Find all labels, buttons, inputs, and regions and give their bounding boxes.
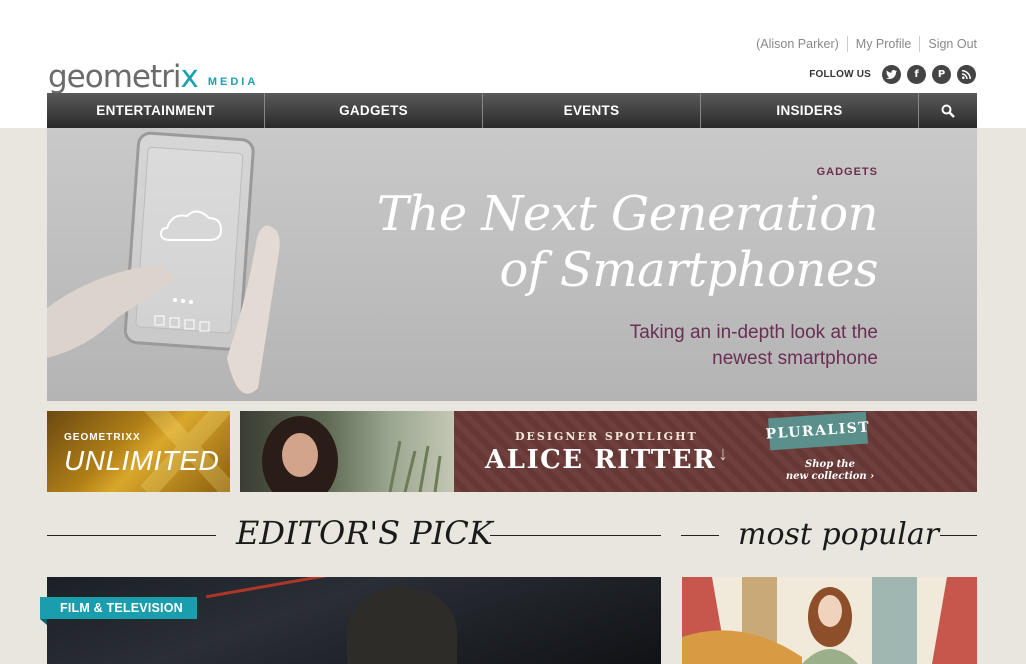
logo-wordmark: geometri xyxy=(48,59,181,95)
hero-title[interactable]: The Next Generation of Smartphones xyxy=(318,186,879,298)
twitter-icon[interactable] xyxy=(882,65,901,84)
nav-events[interactable]: EVENTS xyxy=(483,93,701,128)
user-links: (Alison Parker) My Profile Sign Out xyxy=(748,36,977,52)
hero-category[interactable]: GADGETS xyxy=(817,166,878,178)
spotlight-label: DESIGNER SPOTLIGHT xyxy=(515,430,698,443)
shop-collection-link[interactable]: Shop the new collection › xyxy=(785,459,875,483)
designer-photo xyxy=(240,411,454,492)
facebook-icon[interactable]: f xyxy=(907,65,926,84)
pluralist-tag: PLURALIST xyxy=(765,411,871,451)
logo-media-label: MEDIA xyxy=(207,76,259,88)
follow-label: FOLLOW US xyxy=(809,69,871,80)
user-name-link[interactable]: (Alison Parker) xyxy=(748,36,847,52)
pinterest-icon[interactable]: P xyxy=(932,65,951,84)
arrow-down-icon: ↓ xyxy=(718,443,728,465)
editors-pick-heading: EDITOR'S PICK xyxy=(236,514,493,552)
card-photo xyxy=(347,587,457,664)
rss-icon[interactable] xyxy=(957,65,976,84)
main-nav: ENTERTAINMENT GADGETS EVENTS INSIDERS xyxy=(47,93,977,128)
illustration-image xyxy=(682,577,977,664)
my-profile-link[interactable]: My Profile xyxy=(846,36,920,52)
logo-x: x xyxy=(180,59,199,95)
brand-logo[interactable]: geometrix MEDIA xyxy=(48,54,258,94)
hero-subtitle: Taking an in-depth look at the newest sm… xyxy=(629,322,878,369)
unlimited-brand: GEOMETRIXX xyxy=(64,432,141,443)
sign-out-link[interactable]: Sign Out xyxy=(919,36,977,52)
category-tag[interactable]: FILM & TELEVISION xyxy=(40,597,197,619)
follow-us: FOLLOW US f P xyxy=(809,65,976,84)
spotlight-name: ALICE RITTER xyxy=(485,445,717,475)
most-popular-heading: most popular xyxy=(738,517,940,552)
nav-insiders[interactable]: INSIDERS xyxy=(701,93,919,128)
search-button[interactable] xyxy=(919,93,977,128)
unlimited-title: UNLIMITED xyxy=(64,445,220,476)
nav-entertainment[interactable]: ENTERTAINMENT xyxy=(47,93,265,128)
search-icon xyxy=(941,104,955,118)
most-popular-card[interactable] xyxy=(682,577,977,664)
designer-spotlight-banner[interactable]: DESIGNER SPOTLIGHT ALICE RITTER ↓ PLURAL… xyxy=(240,411,977,492)
editors-pick-card[interactable] xyxy=(47,577,661,664)
nav-gadgets[interactable]: GADGETS xyxy=(265,93,483,128)
unlimited-banner[interactable]: GEOMETRIXX UNLIMITED xyxy=(47,411,230,492)
hero-banner[interactable]: GADGETS The Next Generation of Smartphon… xyxy=(47,128,977,401)
